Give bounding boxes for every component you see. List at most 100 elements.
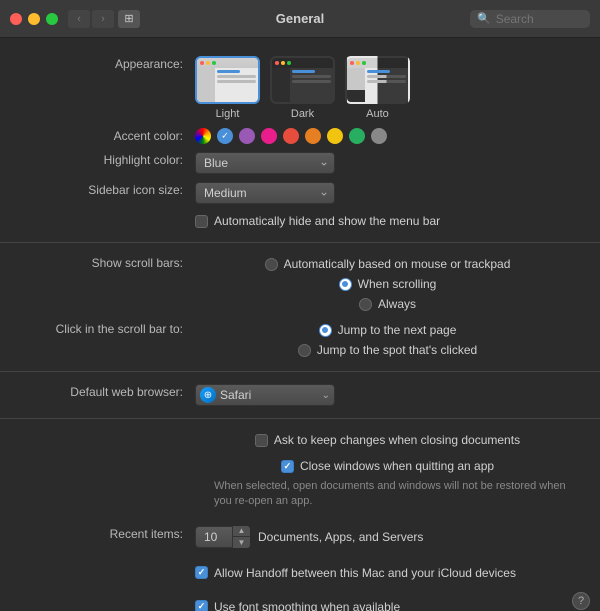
traffic-lights [10, 13, 58, 25]
handoff-checkbox[interactable] [195, 566, 208, 579]
scroll-auto-label: Automatically based on mouse or trackpad [284, 257, 511, 271]
handoff-checkbox-row: Allow Handoff between this Mac and your … [195, 564, 516, 582]
minimize-button[interactable] [28, 13, 40, 25]
search-icon: 🔍 [477, 12, 491, 25]
close-windows-note: When selected, open documents and window… [195, 477, 580, 510]
search-box: 🔍 [470, 10, 590, 28]
accent-color-label: Accent color: [0, 128, 195, 143]
accent-pink[interactable] [261, 128, 277, 144]
safari-icon [200, 387, 216, 403]
close-windows-checkbox[interactable] [281, 460, 294, 473]
handoff-row: Allow Handoff between this Mac and your … [0, 560, 600, 586]
accent-blue[interactable] [217, 128, 233, 144]
font-smoothing-label: Use font smoothing when available [214, 600, 400, 611]
scroll-when-label: When scrolling [358, 277, 437, 291]
appearance-light-thumb [195, 56, 260, 104]
content-area: Appearance: Light [0, 38, 600, 611]
accent-color-options [195, 128, 580, 144]
sidebar-icon-size-row: Sidebar icon size: Small Medium Large [0, 178, 600, 208]
nav-buttons: ‹ › [68, 10, 114, 28]
menu-bar-checkbox-label: Automatically hide and show the menu bar [214, 214, 440, 228]
app-grid-button[interactable]: ⊞ [118, 10, 140, 28]
default-browser-select[interactable]: Safari ⌄ [195, 384, 335, 406]
accent-green[interactable] [349, 128, 365, 144]
divider-1 [0, 242, 600, 243]
accent-orange[interactable] [305, 128, 321, 144]
maximize-button[interactable] [46, 13, 58, 25]
default-browser-row: Default web browser: Safari ⌄ [0, 380, 600, 410]
forward-button[interactable]: › [92, 10, 114, 28]
click-scroll-label: Click in the scroll bar to: [0, 321, 195, 336]
recent-items-label: Recent items: [0, 526, 195, 541]
appearance-auto-thumb [345, 56, 410, 104]
recent-items-up[interactable]: ▲ [233, 526, 250, 538]
appearance-light[interactable]: Light [195, 56, 260, 120]
appearance-dark-thumb [270, 56, 335, 104]
handoff-label: Allow Handoff between this Mac and your … [214, 566, 516, 580]
menu-bar-checkbox-row: Automatically hide and show the menu bar [195, 212, 440, 230]
window-title: General [276, 11, 324, 26]
highlight-color-control: Blue Gold Pink Purple Red Orange Graphit… [195, 152, 580, 174]
scroll-when-radio[interactable] [339, 278, 352, 291]
close-docs-label: Ask to keep changes when closing documen… [274, 433, 520, 447]
click-scroll-row: Click in the scroll bar to: Jump to the … [0, 317, 600, 363]
jump-spot-radio[interactable] [298, 344, 311, 357]
appearance-dark[interactable]: Dark [270, 56, 335, 120]
accent-multicolor[interactable] [195, 128, 211, 144]
scroll-when-radio-row: When scrolling [339, 275, 437, 293]
sidebar-icon-size-label: Sidebar icon size: [0, 182, 195, 197]
chevron-down-icon: ⌄ [322, 390, 330, 401]
jump-spot-radio-row: Jump to the spot that's clicked [298, 341, 477, 359]
accent-red[interactable] [283, 128, 299, 144]
titlebar: ‹ › ⊞ General 🔍 [0, 0, 600, 38]
sidebar-icon-size-select[interactable]: Small Medium Large [195, 182, 335, 204]
accent-yellow[interactable] [327, 128, 343, 144]
sidebar-icon-size-control: Small Medium Large [195, 182, 580, 204]
jump-page-radio[interactable] [319, 324, 332, 337]
help-button[interactable]: ? [572, 592, 590, 610]
recent-items-stepper: ▲ ▼ [195, 526, 250, 548]
font-smoothing-checkbox-row: Use font smoothing when available [195, 598, 400, 611]
scroll-always-label: Always [378, 297, 416, 311]
scroll-always-radio[interactable] [359, 298, 372, 311]
recent-items-suffix: Documents, Apps, and Servers [258, 530, 423, 544]
close-docs-row: Ask to keep changes when closing documen… [0, 427, 600, 453]
font-smoothing-checkbox[interactable] [195, 600, 208, 611]
appearance-label: Appearance: [0, 56, 195, 71]
accent-color-row: Accent color: [0, 124, 600, 148]
highlight-color-row: Highlight color: Blue Gold Pink Purple R… [0, 148, 600, 178]
menu-bar-row: Automatically hide and show the menu bar [0, 208, 600, 234]
close-windows-checkbox-row: Close windows when quitting an app [281, 457, 494, 475]
appearance-options: Light Dark [195, 56, 580, 120]
appearance-row: Appearance: Light [0, 52, 600, 124]
divider-2 [0, 371, 600, 372]
recent-items-row: Recent items: ▲ ▼ Documents, Apps, and S… [0, 522, 600, 552]
jump-page-label: Jump to the next page [338, 323, 457, 337]
accent-purple[interactable] [239, 128, 255, 144]
appearance-light-label: Light [216, 108, 240, 120]
search-input[interactable] [496, 12, 586, 26]
scroll-bars-row: Show scroll bars: Automatically based on… [0, 251, 600, 317]
close-button[interactable] [10, 13, 22, 25]
scroll-auto-radio-row: Automatically based on mouse or trackpad [265, 255, 511, 273]
close-docs-checkbox[interactable] [255, 434, 268, 447]
menu-bar-checkbox[interactable] [195, 215, 208, 228]
accent-graphite[interactable] [371, 128, 387, 144]
appearance-dark-label: Dark [291, 108, 314, 120]
close-docs-checkbox-row: Ask to keep changes when closing documen… [255, 431, 520, 449]
scroll-auto-radio[interactable] [265, 258, 278, 271]
recent-items-down[interactable]: ▼ [233, 537, 250, 548]
font-smoothing-row: Use font smoothing when available ? [0, 594, 600, 611]
browser-select-text: Safari [220, 388, 322, 402]
highlight-color-select[interactable]: Blue Gold Pink Purple Red Orange Graphit… [195, 152, 335, 174]
appearance-auto-label: Auto [366, 108, 389, 120]
highlight-color-label: Highlight color: [0, 152, 195, 167]
default-browser-label: Default web browser: [0, 384, 195, 399]
jump-spot-label: Jump to the spot that's clicked [317, 343, 477, 357]
jump-page-radio-row: Jump to the next page [319, 321, 457, 339]
scroll-always-radio-row: Always [359, 295, 416, 313]
back-button[interactable]: ‹ [68, 10, 90, 28]
close-windows-label: Close windows when quitting an app [300, 459, 494, 473]
divider-3 [0, 418, 600, 419]
appearance-auto[interactable]: Auto [345, 56, 410, 120]
